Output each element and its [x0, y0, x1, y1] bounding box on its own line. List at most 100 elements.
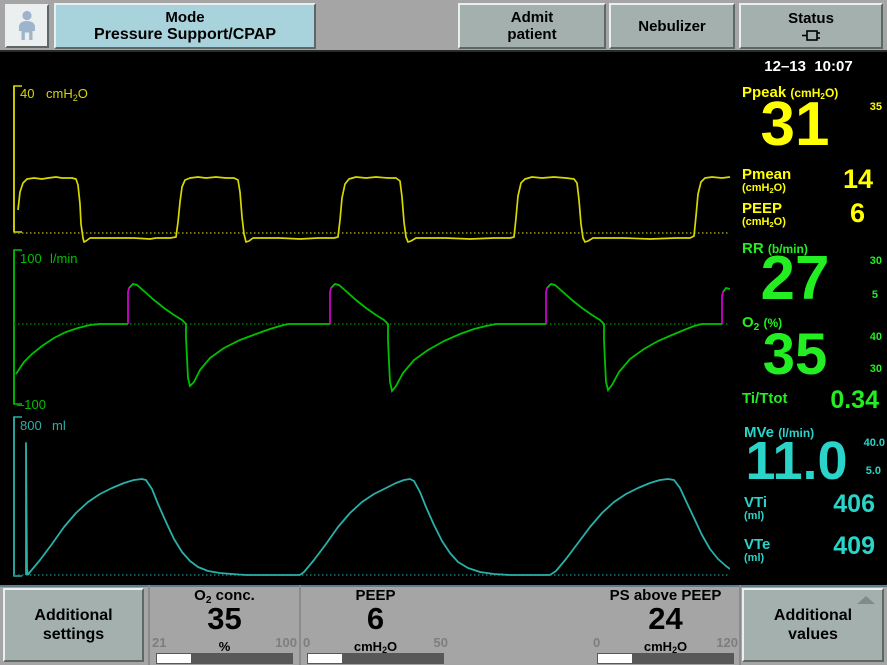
- flow-trigger-1: [127, 287, 130, 324]
- mode-value: Pressure Support/CPAP: [94, 26, 276, 43]
- date-time-display: 12–13 10:07: [730, 58, 887, 75]
- peep-value: 6: [849, 198, 865, 228]
- flow-trigger-3: [545, 287, 548, 324]
- peep-slider[interactable]: [307, 653, 444, 664]
- o2-conc-min: 21: [152, 635, 167, 650]
- pressure-axis: [13, 85, 22, 233]
- pressure-waveform-group: 40 cmH2O: [13, 85, 730, 243]
- pressure-unit: cmH2O: [46, 86, 88, 103]
- power-plug-icon: [802, 29, 820, 41]
- mode-title: Mode: [165, 9, 205, 26]
- divider-2: [299, 585, 301, 665]
- status-label: Status: [788, 9, 834, 27]
- pmean-unit: (cmH2O): [742, 182, 786, 195]
- peep-setting-unit: cmH2O: [353, 639, 398, 656]
- flow-trigger-4: [721, 291, 724, 324]
- o2-conc-slider[interactable]: [156, 653, 293, 664]
- peep-slider-thumb[interactable]: [308, 654, 342, 663]
- date-value: 12–13: [764, 58, 806, 75]
- volume-axis: [13, 416, 22, 577]
- additional-values-button[interactable]: Additional values: [742, 588, 884, 662]
- admit-patient-button[interactable]: Admit patient: [458, 3, 606, 49]
- time-value: 10:07: [814, 58, 853, 75]
- o2-scale-high: 40: [869, 331, 882, 343]
- rr-value: 27: [760, 244, 830, 313]
- waveform-svg: 40 cmH2O 100 l/min –100 800 ml: [13, 85, 730, 577]
- pmean-name: Pmean: [742, 166, 792, 183]
- ps-above-peep-max: 120: [716, 635, 738, 650]
- pmean-value: 14: [842, 164, 873, 194]
- ps-above-peep-setting[interactable]: PS above PEEP 24 cmH2O 0 120: [593, 587, 738, 664]
- volume-scale-max: 800: [20, 418, 42, 433]
- add-settings-line1: Additional: [34, 607, 113, 624]
- volume-unit: ml: [52, 418, 66, 433]
- add-values-line1: Additional: [773, 607, 853, 624]
- mve-scale-high: 40.0: [863, 437, 885, 449]
- bottom-settings-bar: Additional settings O2 conc. 35 % 21 100…: [0, 585, 887, 665]
- mve-scale-low: 5.0: [865, 465, 881, 477]
- top-toolbar: Mode Pressure Support/CPAP Admit patient…: [0, 0, 887, 52]
- divider-3: [739, 585, 741, 665]
- flow-trace-seg4: [546, 283, 722, 392]
- waveform-area: 40 cmH2O 100 l/min –100 800 ml: [0, 52, 730, 585]
- volume-waveform-group: 800 ml: [13, 416, 730, 577]
- measurements-panel: 12–13 10:07 Ppeak (cmH2O) 31 35 Pmean (c…: [730, 52, 887, 585]
- pressure-scale-max: 40: [20, 86, 34, 101]
- flow-trace-seg3: [330, 283, 546, 394]
- vti-unit: (ml): [744, 510, 765, 522]
- rr-scale-low: 5: [871, 289, 878, 301]
- flow-scale-min: –100: [17, 397, 46, 412]
- ps-above-peep-slider[interactable]: [597, 653, 734, 664]
- patient-category-button[interactable]: [5, 4, 49, 48]
- o2-scale-low: 30: [869, 363, 882, 375]
- flow-axis: [13, 249, 22, 405]
- rr-scale-high: 30: [869, 255, 882, 267]
- peep-unit: (cmH2O): [742, 216, 786, 229]
- nebulizer-button[interactable]: Nebulizer: [609, 3, 735, 49]
- mode-button[interactable]: Mode Pressure Support/CPAP: [54, 3, 316, 49]
- add-values-line2: values: [788, 626, 838, 643]
- o2-conc-value: 35: [207, 601, 242, 636]
- vti-value: 406: [833, 490, 875, 518]
- vte-value: 409: [833, 532, 875, 560]
- flow-trigger-2: [329, 287, 332, 324]
- tittot-name: Ti/Ttot: [742, 390, 788, 407]
- ventilator-screen: Mode Pressure Support/CPAP Admit patient…: [0, 0, 887, 665]
- vti-name: VTi: [744, 494, 768, 511]
- pressure-trace: [17, 176, 730, 243]
- volume-trace: [25, 442, 730, 576]
- vte-unit: (ml): [744, 552, 765, 564]
- additional-settings-button[interactable]: Additional settings: [3, 588, 144, 662]
- flow-scale-max: 100: [20, 251, 42, 266]
- flow-unit: l/min: [50, 251, 77, 266]
- o2-value: 35: [762, 322, 828, 387]
- admit-line2: patient: [507, 26, 557, 43]
- o2-conc-max: 100: [275, 635, 297, 650]
- tittot-value: 0.34: [830, 386, 879, 414]
- divider-1: [148, 585, 150, 665]
- ps-above-peep-slider-thumb[interactable]: [598, 654, 632, 663]
- peep-setting-max: 50: [433, 635, 448, 650]
- ppeak-value: 31: [760, 90, 830, 159]
- o2-conc-slider-thumb[interactable]: [157, 654, 191, 663]
- nebulizer-label: Nebulizer: [638, 17, 706, 35]
- mve-value: 11.0: [745, 431, 848, 491]
- ps-above-peep-value: 24: [648, 601, 683, 636]
- flow-trace-seg1: [15, 323, 128, 375]
- child-patient-icon: [19, 10, 35, 40]
- peep-setting-min: 0: [303, 635, 311, 650]
- add-settings-line2: settings: [42, 626, 105, 643]
- ppeak-scale-high: 35: [869, 101, 882, 113]
- flow-waveform-group: 100 l/min –100: [13, 249, 730, 412]
- chevron-up-icon: [857, 596, 875, 604]
- flow-trace-seg2: [128, 283, 330, 388]
- peep-setting-value: 6: [366, 601, 385, 636]
- vte-name: VTe: [744, 536, 771, 553]
- flow-trace-seg5: [722, 286, 730, 293]
- peep-setting[interactable]: PEEP 6 cmH2O 0 50: [303, 587, 448, 664]
- status-button[interactable]: Status: [739, 3, 883, 49]
- ps-above-peep-min: 0: [593, 635, 601, 650]
- peep-name: PEEP: [742, 200, 783, 217]
- admit-line1: Admit: [510, 9, 554, 26]
- o2-conc-setting[interactable]: O2 conc. 35 % 21 100: [152, 587, 297, 664]
